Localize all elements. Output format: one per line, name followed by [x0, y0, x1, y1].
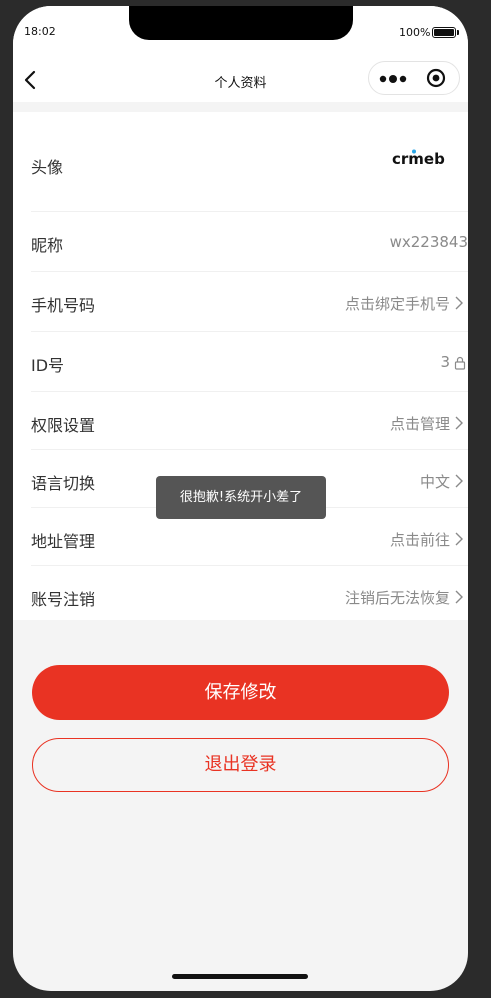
phone-value: 点击绑定手机号: [344, 295, 450, 313]
account-deletion-label: 账号注销: [31, 590, 96, 609]
phone-screen: 18:02 100% 个人资料 头像 crmeb 昵称 wx223843 手机号…: [13, 6, 468, 991]
avatar-logo: crmeb: [392, 149, 445, 167]
close-mini-program-button[interactable]: [415, 62, 461, 94]
avatar-label: 头像: [31, 158, 64, 177]
permission-value: 点击管理: [389, 415, 450, 433]
error-toast: 很抱歉!系统开小差了: [156, 476, 326, 519]
save-button[interactable]: 保存修改: [32, 665, 449, 720]
permission-label: 权限设置: [31, 416, 96, 435]
chevron-right-icon: [455, 416, 463, 430]
chevron-right-icon: [455, 474, 463, 488]
target-close-icon: [426, 68, 446, 88]
device-notch: [129, 6, 353, 40]
chevron-right-icon: [455, 532, 463, 546]
address-value: 点击前往: [389, 531, 450, 549]
top-bar: 18:02 100% 个人资料: [13, 6, 468, 102]
id-row: ID号 3: [31, 332, 468, 392]
language-label: 语言切换: [31, 474, 96, 493]
account-deletion-value: 注销后无法恢复: [344, 589, 450, 607]
header-separator: [13, 102, 468, 112]
battery-percent: 100%: [399, 26, 431, 39]
logout-button[interactable]: 退出登录: [32, 738, 449, 792]
phone-row[interactable]: 手机号码 点击绑定手机号: [31, 272, 468, 332]
chevron-right-icon: [455, 296, 463, 310]
avatar-logo-text: crmeb: [392, 150, 445, 167]
id-label: ID号: [31, 356, 65, 375]
nickname-value: wx223843: [389, 233, 468, 251]
chevron-right-icon: [455, 590, 463, 604]
address-label: 地址管理: [31, 532, 96, 551]
more-menu-button[interactable]: [369, 62, 415, 94]
language-value: 中文: [419, 473, 450, 491]
account-deletion-row[interactable]: 账号注销 注销后无法恢复: [31, 566, 468, 620]
id-value: 3: [440, 353, 450, 371]
mini-program-capsule: [368, 61, 460, 95]
lock-icon: [454, 356, 466, 370]
avatar-row[interactable]: 头像 crmeb: [31, 112, 468, 212]
nickname-row[interactable]: 昵称 wx223843: [31, 212, 468, 272]
nickname-label: 昵称: [31, 236, 64, 255]
permission-row[interactable]: 权限设置 点击管理: [31, 392, 468, 450]
battery-icon: [432, 27, 459, 38]
phone-label: 手机号码: [31, 296, 96, 315]
more-dots-icon: [379, 75, 407, 83]
status-time: 18:02: [24, 25, 56, 38]
home-indicator: [172, 974, 308, 979]
profile-card: 头像 crmeb 昵称 wx223843 手机号码 点击绑定手机号 ID号 3: [13, 112, 468, 620]
